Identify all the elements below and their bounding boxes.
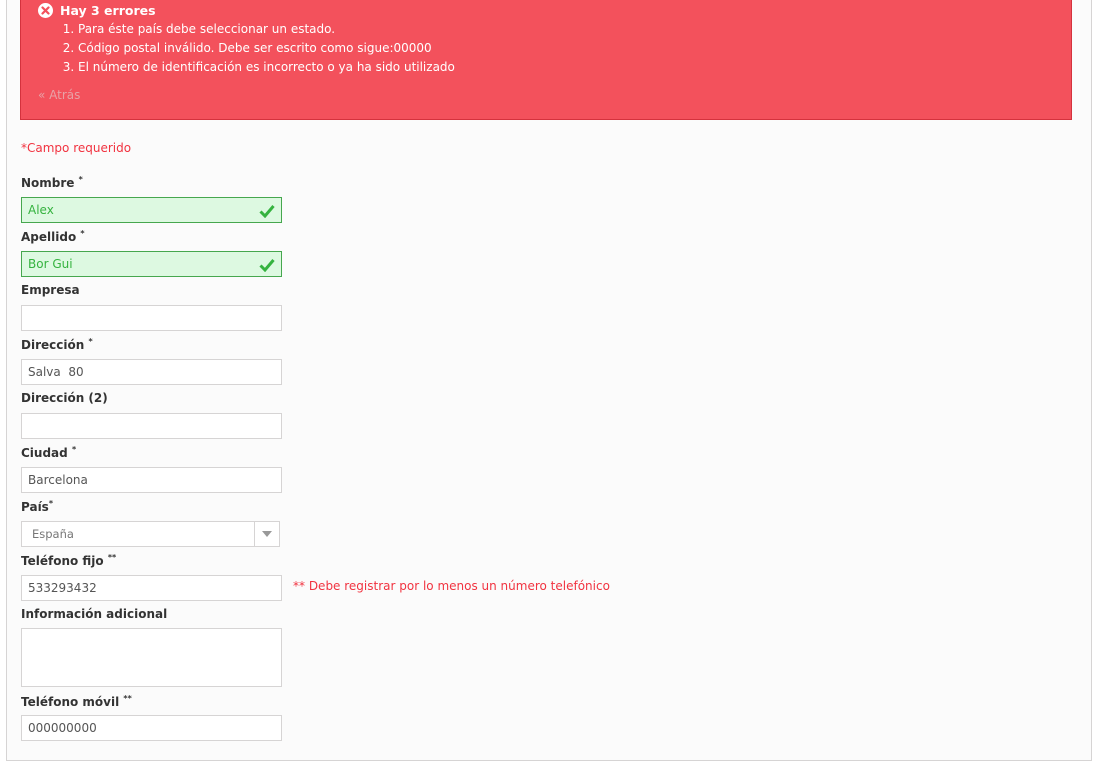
close-circle-icon [38,3,53,18]
country-value: España [32,527,74,541]
error-item: Código postal inválido. Debe ser escrito… [78,39,455,58]
company-label: Empresa [21,283,80,297]
error-alert: Hay 3 errores Para éste país debe selecc… [20,0,1072,120]
firstname-value: Alex [28,203,54,217]
lastname-label-text: Apellido [21,230,77,244]
country-select[interactable]: España [21,521,280,547]
address2-label-text: Dirección (2) [21,391,108,405]
company-input[interactable] [21,305,282,331]
checkmark-icon [259,256,275,280]
firstname-input[interactable]: Alex [21,197,282,223]
error-item: Para éste país debe seleccionar un estad… [78,20,455,39]
address1-label-text: Dirección [21,338,85,352]
mobile-input[interactable]: 000000000 [21,715,282,741]
required-mark: * [48,499,54,508]
country-label-text: País [21,500,49,514]
error-item: El número de identificación es incorrect… [78,58,455,77]
firstname-label-text: Nombre [21,176,75,190]
phone-value: 533293432 [28,581,97,595]
lastname-label: Apellido * [21,229,85,244]
required-note: *Campo requerido [21,141,132,155]
phone-label-text: Teléfono fijo [21,554,104,568]
mobile-label-text: Teléfono móvil [21,695,120,709]
error-list: Para éste país debe seleccionar un estad… [38,20,455,77]
address1-input[interactable]: Salva 80 [21,359,282,385]
alert-title-text: Hay 3 errores [60,3,156,18]
required-mark: * [78,175,83,184]
address1-value: Salva 80 [28,365,84,379]
chevron-down-icon[interactable] [254,522,279,546]
mobile-value: 000000000 [28,721,97,735]
required-mark: ** [107,553,117,562]
lastname-input[interactable]: Bor Gui [21,251,282,277]
phone-required-note: ** Debe registrar por lo menos un número… [293,579,610,593]
company-label-text: Empresa [21,283,80,297]
lastname-value: Bor Gui [28,257,73,271]
phone-input[interactable]: 533293432 [21,575,282,601]
city-label: Ciudad * [21,445,76,460]
other-textarea[interactable] [21,628,282,687]
required-mark: ** [123,694,132,703]
alert-title: Hay 3 errores [38,3,156,18]
firstname-label: Nombre * [21,175,83,190]
other-label-text: Información adicional [21,607,168,621]
city-input[interactable]: Barcelona [21,467,282,493]
address2-label: Dirección (2) [21,391,108,405]
city-value: Barcelona [28,473,88,487]
other-label: Información adicional [21,607,167,621]
address1-label: Dirección * [21,337,93,352]
mobile-label: Teléfono móvil ** [21,694,132,709]
required-mark: * [80,229,85,238]
required-mark: * [88,337,93,346]
required-mark: * [71,445,77,454]
address2-input[interactable] [21,413,282,439]
phone-label: Teléfono fijo ** [21,553,116,568]
back-link[interactable]: « Atrás [38,88,80,102]
country-label: País* [21,499,53,514]
checkmark-icon [259,202,275,226]
city-label-text: Ciudad [21,446,68,460]
